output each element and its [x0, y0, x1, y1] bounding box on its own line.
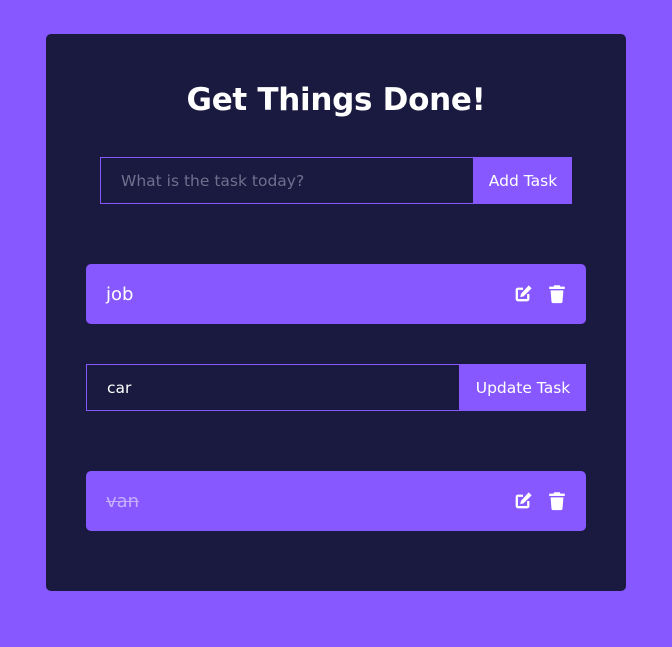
trash-icon[interactable]	[546, 283, 568, 305]
trash-icon[interactable]	[546, 490, 568, 512]
add-task-button[interactable]: Add Task	[474, 157, 572, 204]
todo-item: job	[86, 264, 586, 324]
todo-text-completed[interactable]: van	[106, 491, 512, 512]
todo-item: van	[86, 471, 586, 531]
task-input[interactable]	[100, 157, 474, 204]
edit-task-form: Update Task	[86, 364, 586, 411]
edit-task-input[interactable]	[86, 364, 460, 411]
todo-actions	[512, 283, 568, 305]
add-task-form: Add Task	[100, 157, 572, 204]
edit-icon[interactable]	[512, 490, 534, 512]
todo-text[interactable]: job	[106, 284, 512, 305]
todo-actions	[512, 490, 568, 512]
update-task-button[interactable]: Update Task	[460, 364, 586, 411]
todo-card: Get Things Done! Add Task job Update Tas…	[46, 34, 626, 591]
edit-icon[interactable]	[512, 283, 534, 305]
page-title: Get Things Done!	[186, 82, 486, 118]
